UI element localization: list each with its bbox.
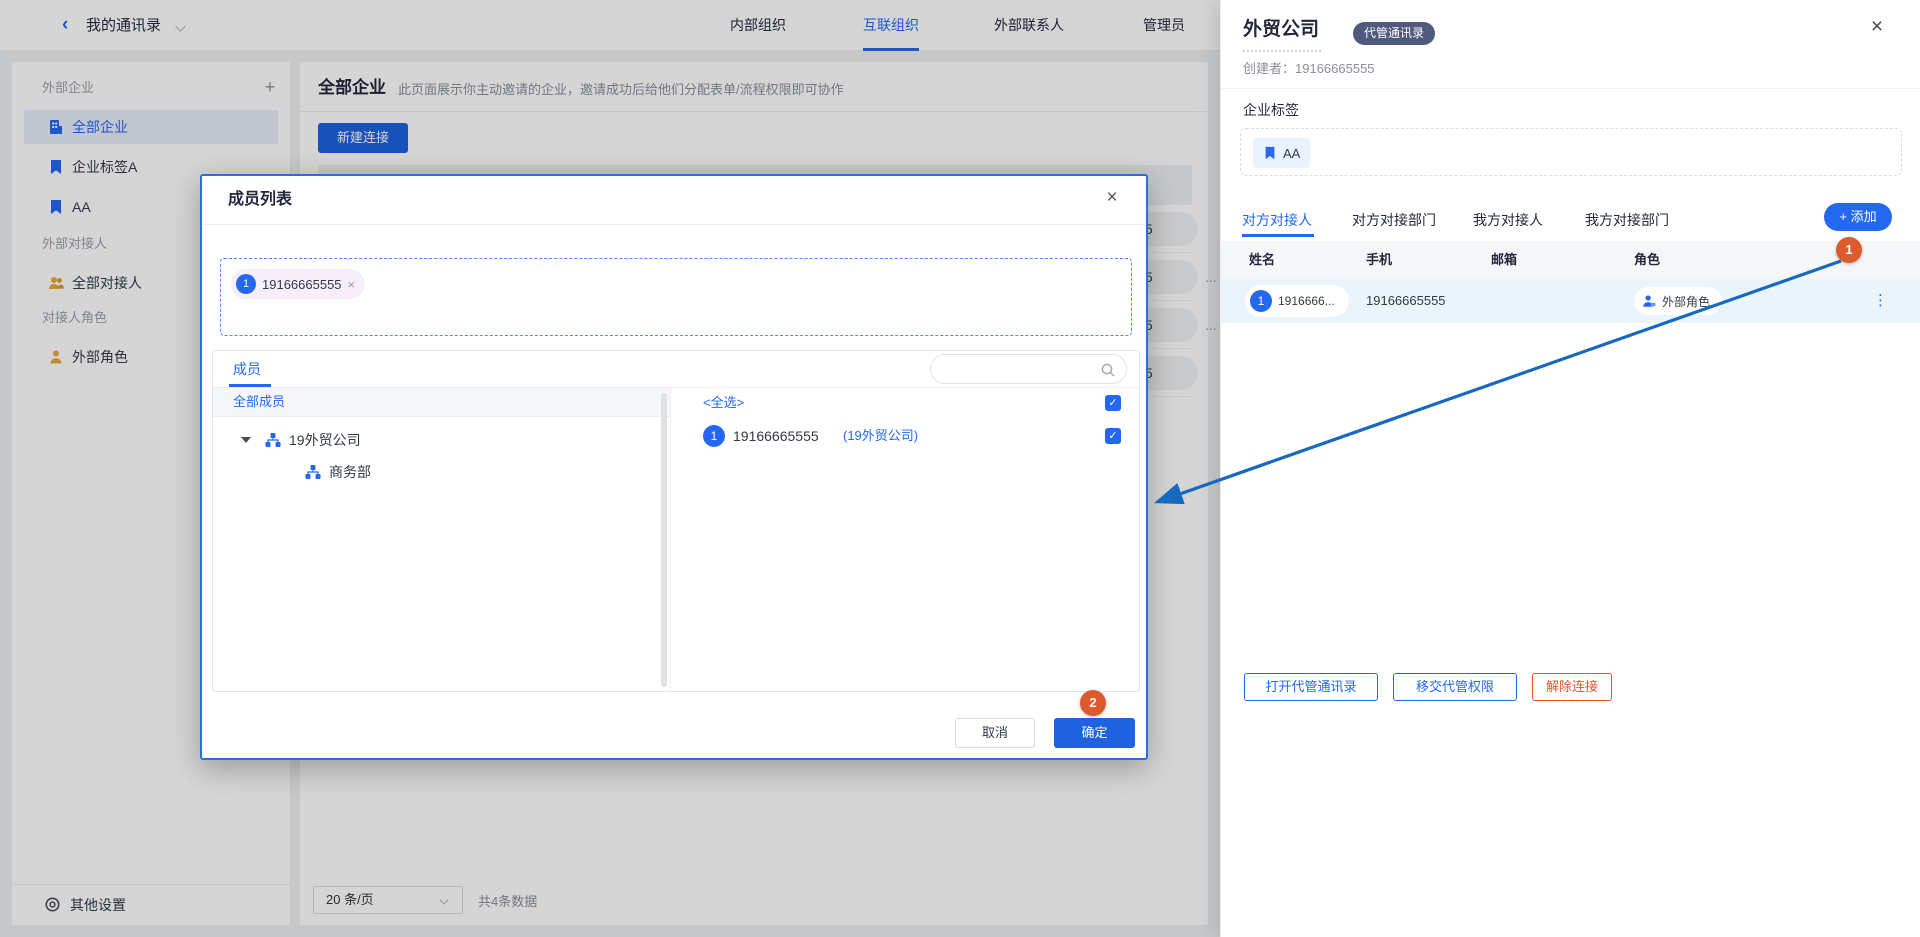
dotted-underline [1243,50,1321,52]
confirm-button[interactable]: 确定 [1054,718,1135,748]
search-input[interactable] [943,356,1093,382]
tree-root-header[interactable]: 全部成员 [213,388,670,416]
active-tab-underline [1242,234,1314,237]
member-picker: 成员 全部成员 19外贸公司 商务部 <全 [212,350,1140,692]
step-1-badge: 1 [1836,237,1862,263]
close-icon[interactable]: × [1864,14,1890,40]
member-org: (19外贸公司) [843,421,918,451]
search-box[interactable] [930,354,1127,384]
select-all-label: <全选> [703,388,744,418]
divider [202,224,1146,225]
column-role: 角色 [1634,241,1660,279]
checkbox-checked[interactable] [1105,428,1121,444]
role-person-icon [1642,294,1656,308]
selected-members-input[interactable]: 1 19166665555 × [220,258,1132,336]
bookmark-icon [1263,146,1277,160]
cancel-button[interactable]: 取消 [955,718,1035,748]
company-detail-panel: × 外贸公司 代管通讯录 创建者：19166665555 企业标签 AA 对方对… [1220,0,1920,937]
open-managed-directory-button[interactable]: 打开代管通讯录 [1244,673,1378,701]
caret-down-icon[interactable] [241,437,251,443]
column-name: 姓名 [1249,241,1275,279]
tree-node-label: 商务部 [329,457,371,487]
column-email: 邮箱 [1491,241,1517,279]
role-label: 外部角色 [1662,293,1710,310]
member-name: 19166665555 [733,421,819,451]
tree-root-label: 全部成员 [233,388,285,416]
member-chip[interactable]: 1 19166665555 × [231,269,365,299]
divider [1221,88,1920,89]
org-icon [265,432,281,448]
member-row[interactable]: 1 19166665555 (19外贸公司) [671,421,1141,451]
tab-our-liaisons[interactable]: 我方对接人 [1473,206,1543,234]
avatar: 1 [236,274,256,294]
managed-directory-badge: 代管通讯录 [1353,22,1435,45]
company-title: 外贸公司 [1243,16,1319,44]
add-button[interactable]: + 添加 [1824,203,1892,231]
member-list-dialog: 成员列表 × 1 19166665555 × 成员 全部成员 [200,174,1148,760]
app-window: ‹ 我的通讯录 内部组织 互联组织 外部联系人 管理员 外部企业 + 全部企业 … [0,0,1920,937]
scrollbar[interactable] [661,393,667,687]
tree-node-department[interactable]: 商务部 [241,457,661,487]
tab-their-liaisons[interactable]: 对方对接人 [1242,206,1312,234]
company-tag-section-label: 企业标签 [1243,100,1299,120]
member-phone: 19166665555 [1366,279,1446,323]
tag-label: AA [1283,146,1300,161]
close-icon[interactable]: × [1100,186,1124,210]
step-2-badge: 2 [1080,690,1106,716]
tab-their-departments[interactable]: 对方对接部门 [1352,206,1436,234]
disconnect-button[interactable]: 解除连接 [1532,673,1612,701]
table-row[interactable]: 1 1916666... 19166665555 外部角色 ⋮ [1221,279,1920,323]
checkbox-checked[interactable] [1105,395,1121,411]
tree-node-company[interactable]: 19外贸公司 [241,425,661,455]
more-actions-icon[interactable]: ⋮ [1873,279,1888,323]
tag-chip[interactable]: AA [1253,138,1310,168]
remove-chip-icon[interactable]: × [348,277,356,292]
avatar: 1 [1250,290,1272,312]
tree-node-label: 19外贸公司 [289,425,361,455]
select-all-row[interactable]: <全选> [671,388,1141,418]
column-phone: 手机 [1366,241,1392,279]
table-header: 姓名 手机 邮箱 角色 [1221,241,1920,279]
search-icon [1100,362,1116,378]
member-chip-label: 19166665555 [262,277,342,292]
role-pill: 外部角色 [1634,287,1722,315]
member-name: 1916666... [1278,285,1335,317]
transfer-managed-rights-button[interactable]: 移交代管权限 [1393,673,1517,701]
divider [213,416,670,417]
company-tags-box[interactable]: AA [1240,128,1902,176]
avatar: 1 [703,425,725,447]
creator-label: 创建者：19166665555 [1243,60,1375,78]
member-name-pill: 1 1916666... [1245,285,1349,317]
tab-members[interactable]: 成员 [233,357,261,381]
dialog-title: 成员列表 [228,188,292,212]
tab-our-departments[interactable]: 我方对接部门 [1585,206,1669,234]
org-icon [305,464,321,480]
